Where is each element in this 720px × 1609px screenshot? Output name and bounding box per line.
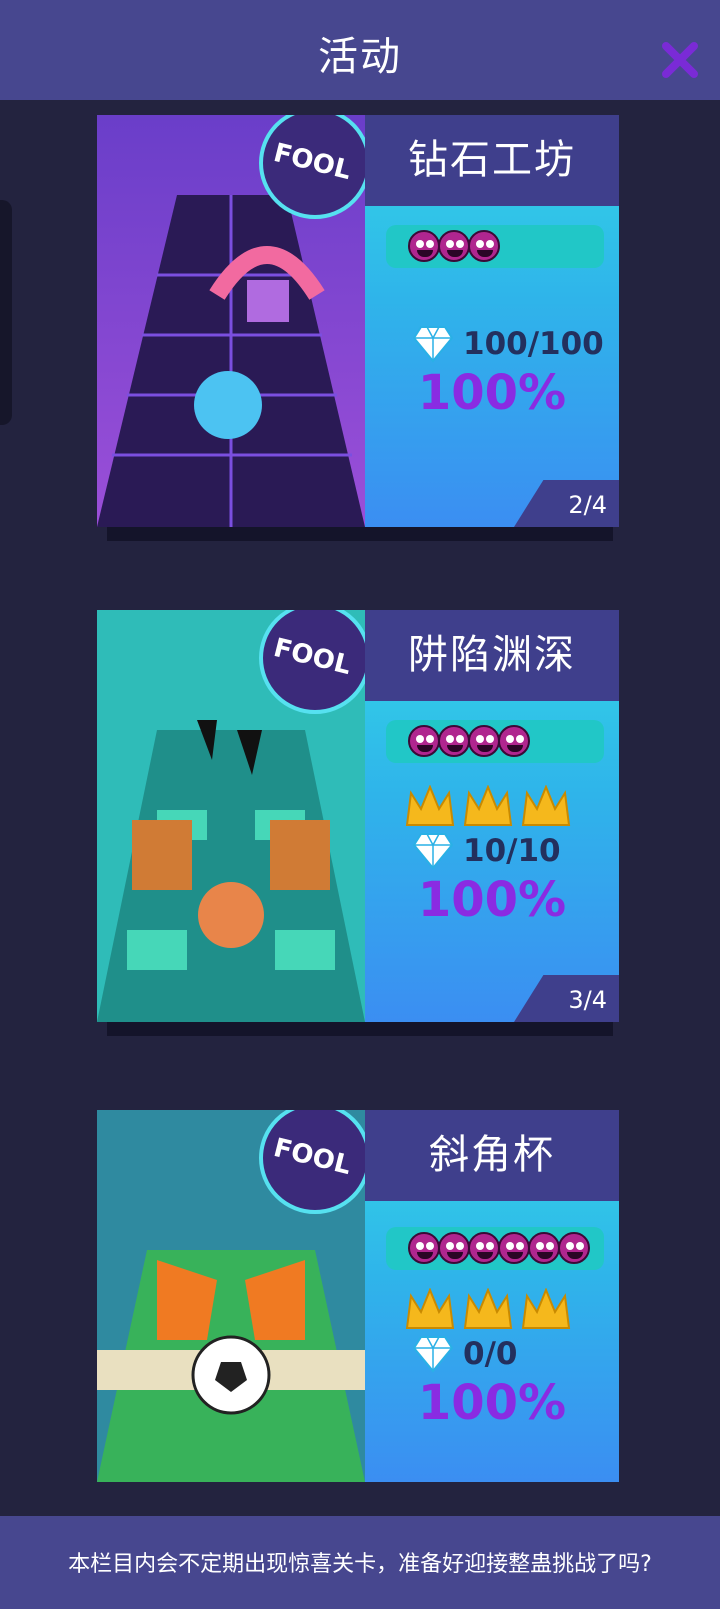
difficulty-bar: [386, 225, 604, 268]
difficulty-face-icon: [408, 1232, 440, 1264]
gem-count: 0/0: [463, 1336, 518, 1372]
difficulty-face-icon: [468, 1232, 500, 1264]
level-card-2[interactable]: FOOL 阱陷渊深 10/10 100% 3/4: [97, 610, 619, 1036]
difficulty-face-icon: [438, 230, 470, 262]
bottom-bar: 本栏目内会不定期出现惊喜关卡，准备好迎接整蛊挑战了吗?: [0, 1516, 720, 1609]
gem-count: 100/100: [463, 326, 604, 362]
difficulty-face-icon: [408, 230, 440, 262]
difficulty-face-icon: [558, 1232, 590, 1264]
level-name: 阱陷渊深: [365, 610, 619, 701]
level-name: 钻石工坊: [365, 115, 619, 206]
crown-icon: [405, 1288, 455, 1329]
close-icon[interactable]: [656, 36, 704, 84]
level-artwork: FOOL: [97, 115, 365, 527]
level-card-1[interactable]: FOOL 钻石工坊 100/100 100% 2/4: [97, 115, 619, 541]
difficulty-face-icon: [528, 1232, 560, 1264]
difficulty-bar: [386, 1227, 604, 1270]
diamond-icon: [413, 326, 453, 363]
card-shadow: [107, 527, 613, 541]
crown-icon: [521, 785, 571, 826]
completion-percent: 100%: [417, 365, 567, 421]
difficulty-face-icon: [468, 725, 500, 757]
completion-percent: 100%: [417, 872, 567, 928]
level-name: 斜角杯: [365, 1110, 619, 1201]
level-info-panel: 斜角杯 0/0 100%: [365, 1110, 619, 1482]
level-info-panel: 阱陷渊深 10/10 100% 3/4: [365, 610, 619, 1022]
level-artwork: FOOL: [97, 610, 365, 1022]
page-indicator: 2/4: [514, 480, 619, 527]
diamond-icon: [413, 833, 453, 870]
difficulty-face-icon: [498, 1232, 530, 1264]
difficulty-face-icon: [408, 725, 440, 757]
difficulty-bar: [386, 720, 604, 763]
card-shadow: [107, 1022, 613, 1036]
top-bar: 活动: [0, 0, 720, 100]
difficulty-face-icon: [438, 1232, 470, 1264]
difficulty-face-icon: [438, 725, 470, 757]
level-artwork: FOOL: [97, 1110, 365, 1522]
difficulty-face-icon: [498, 725, 530, 757]
side-handle[interactable]: [0, 200, 12, 425]
crown-icon: [521, 1288, 571, 1329]
crown-icon: [405, 785, 455, 826]
level-info-panel: 钻石工坊 100/100 100% 2/4: [365, 115, 619, 527]
crown-icon: [463, 785, 513, 826]
footer-hint: 本栏目内会不定期出现惊喜关卡，准备好迎接整蛊挑战了吗?: [68, 1552, 652, 1577]
difficulty-face-icon: [468, 230, 500, 262]
crown-icon: [463, 1288, 513, 1329]
page-indicator: 3/4: [514, 975, 619, 1022]
level-card-3[interactable]: FOOL 斜角杯 0/0 100%: [97, 1110, 619, 1522]
diamond-icon: [413, 1336, 453, 1373]
page-title: 活动: [318, 34, 402, 80]
gem-count: 10/10: [463, 833, 561, 869]
completion-percent: 100%: [417, 1375, 567, 1431]
